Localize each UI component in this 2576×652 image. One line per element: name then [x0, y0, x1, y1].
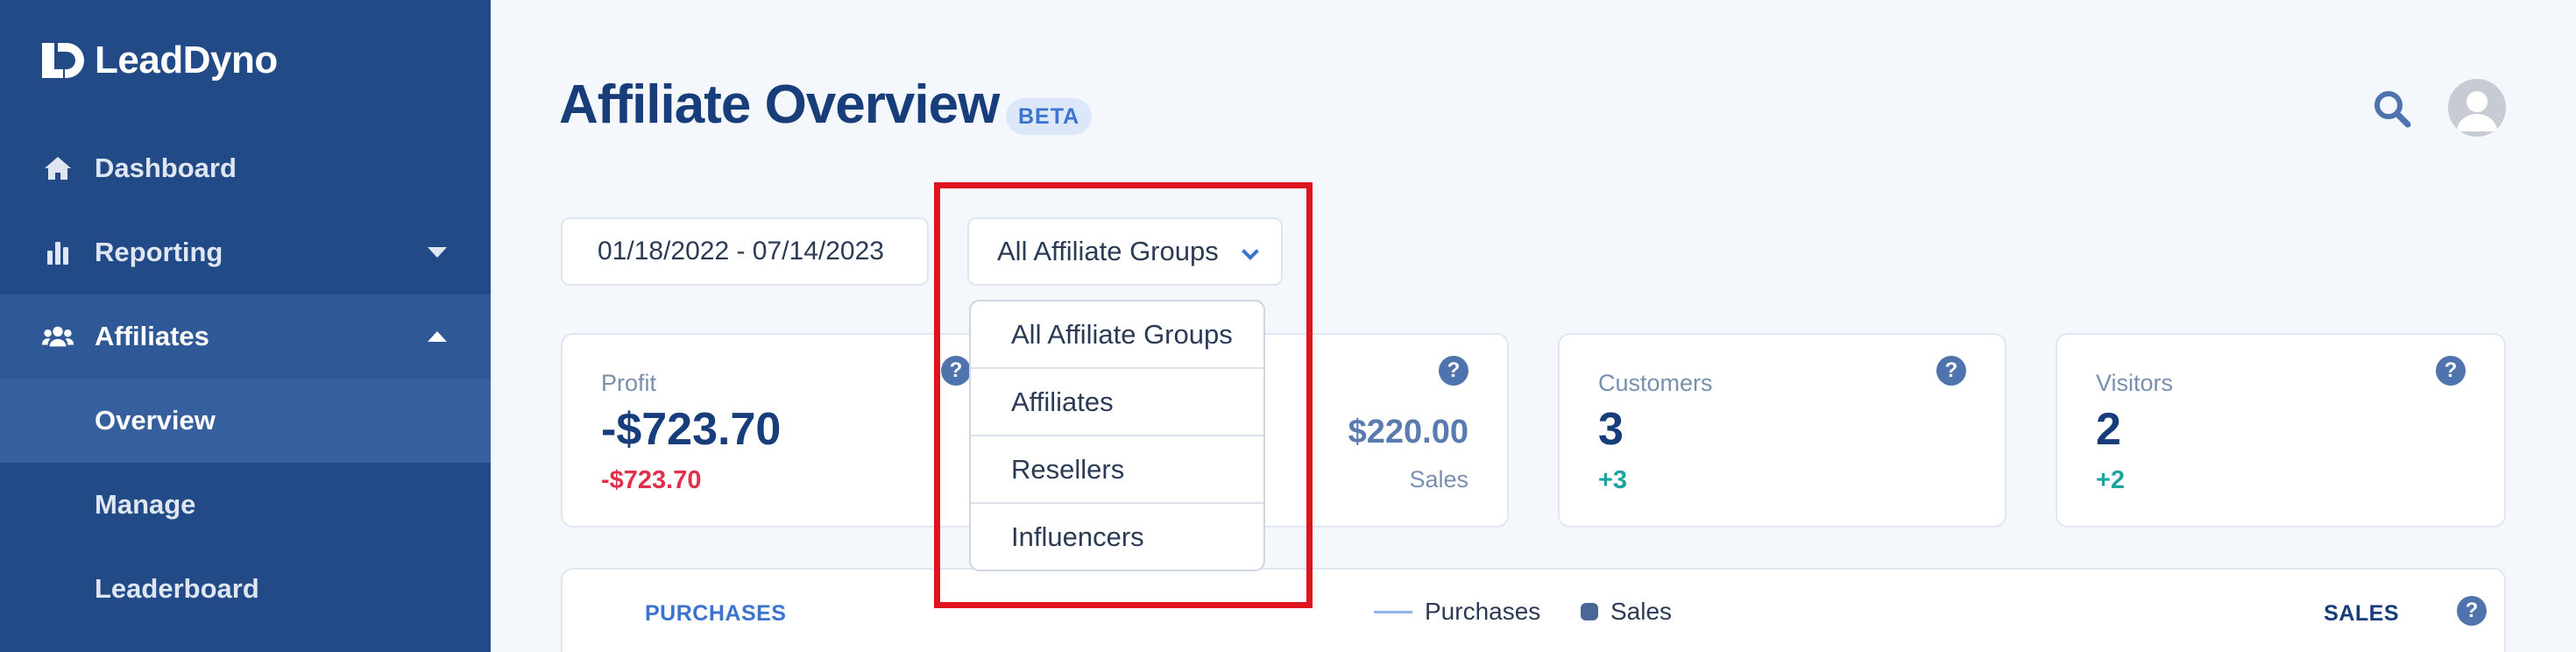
card-value: -$723.70 — [601, 404, 782, 455]
card-sublabel: Sales — [1409, 466, 1468, 493]
chart-panel: PURCHASES Purchases Sales SALES ? — [561, 568, 2506, 652]
sidebar: LeadDyno Dashboard Reporting Affiliates … — [0, 0, 491, 652]
help-icon[interactable]: ? — [1439, 356, 1468, 386]
search-button[interactable] — [2371, 88, 2413, 130]
chevron-down-icon — [428, 247, 447, 258]
brand-logo[interactable]: LeadDyno — [40, 39, 278, 82]
legend-purchases[interactable]: Purchases — [1374, 598, 1540, 626]
brand-name: LeadDyno — [95, 39, 278, 82]
card-delta: +2 — [2096, 466, 2126, 494]
user-icon — [2457, 91, 2497, 131]
customers-card: Customers 3 +3 ? — [1558, 333, 2006, 528]
legend-label: Sales — [1610, 598, 1673, 625]
sidebar-item-label: Overview — [95, 405, 216, 436]
sidebar-subitem-leaderboard[interactable]: Leaderboard — [0, 547, 491, 631]
sidebar-subitem-overview[interactable]: Overview — [0, 379, 491, 463]
card-label: Profit — [601, 370, 657, 396]
card-label: Visitors — [2096, 370, 2174, 396]
legend-label: Purchases — [1425, 598, 1541, 625]
bar-chart-icon — [42, 237, 74, 268]
date-range-picker[interactable]: 01/18/2022 - 07/14/2023 — [561, 217, 929, 286]
sidebar-item-dashboard[interactable]: Dashboard — [0, 126, 491, 210]
help-icon[interactable]: ? — [1936, 356, 1966, 386]
card-value: 3 — [1598, 404, 1624, 455]
sidebar-item-reporting[interactable]: Reporting — [0, 210, 491, 294]
users-icon — [42, 321, 74, 352]
sidebar-item-label: Dashboard — [95, 152, 237, 183]
sidebar-item-label: Affiliates — [95, 321, 209, 351]
sidebar-subitem-manage[interactable]: Manage — [0, 463, 491, 547]
sidebar-item-label: Reporting — [95, 237, 223, 267]
card-value: $220.00 — [1348, 414, 1468, 450]
chevron-up-icon — [428, 331, 447, 342]
legend-sales[interactable]: Sales — [1581, 598, 1672, 626]
leaddyno-logo-icon — [42, 43, 84, 78]
sidebar-item-label: Manage — [95, 489, 196, 520]
beta-badge: BETA — [1006, 98, 1093, 135]
visitors-card: Visitors 2 +2 ? — [2056, 333, 2506, 528]
card-delta: -$723.70 — [601, 466, 702, 494]
help-icon[interactable]: ? — [2457, 596, 2487, 626]
sidebar-item-affiliates[interactable]: Affiliates — [0, 294, 491, 379]
card-value: 2 — [2096, 404, 2121, 455]
home-icon — [42, 152, 74, 184]
card-label: Customers — [1598, 370, 1713, 396]
help-icon[interactable]: ? — [2436, 356, 2466, 386]
profit-card: Profit -$723.70 -$723.70 ? — [561, 333, 978, 528]
search-icon — [2374, 91, 2411, 128]
card-delta: +3 — [1598, 466, 1628, 494]
line-swatch-icon — [1374, 610, 1412, 613]
sidebar-item-label: Leaderboard — [95, 573, 259, 604]
user-avatar[interactable] — [2448, 79, 2506, 137]
highlight-box — [934, 182, 1313, 608]
square-swatch-icon — [1581, 603, 1598, 620]
tab-sales[interactable]: SALES — [2324, 601, 2399, 627]
tab-purchases[interactable]: PURCHASES — [645, 601, 786, 627]
page-title: Affiliate Overview — [559, 74, 1000, 135]
